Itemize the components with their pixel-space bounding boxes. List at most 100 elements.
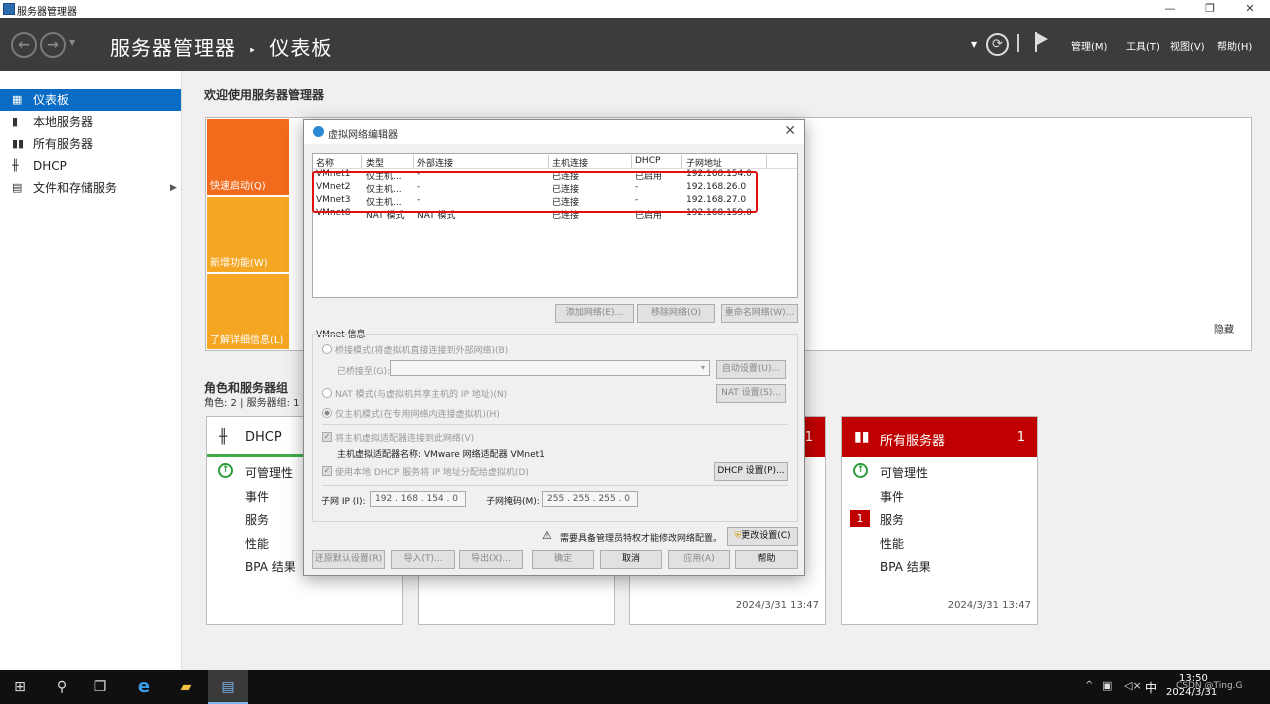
subnet-mask-label: 子网掩码(M): <box>486 497 540 507</box>
card-row-services[interactable]: 服务 <box>880 511 904 528</box>
col-type[interactable]: 类型 <box>366 156 384 169</box>
dialog-close-icon[interactable]: ✕ <box>784 123 796 139</box>
hide-link[interactable]: 隐藏 <box>1214 321 1234 336</box>
admin-note-text: 需要具备管理员特权才能修改网络配置。 <box>560 534 723 544</box>
dialog-title: 虚拟网络编辑器 <box>328 130 398 141</box>
expand-arrow-icon[interactable]: ▶ <box>170 177 177 199</box>
ok-button[interactable]: 确定 <box>532 550 594 569</box>
card-row-manageability[interactable]: 可管理性 <box>880 464 928 481</box>
col-host[interactable]: 主机连接 <box>552 156 588 169</box>
sidebar-item-dashboard[interactable]: ▦ 仪表板 <box>0 89 181 111</box>
status-ok-icon: ↑ <box>218 463 233 478</box>
sidebar-item-label: 所有服务器 <box>33 137 94 151</box>
connect-adapter-checkbox[interactable]: ✓ <box>322 432 332 442</box>
nat-mode-radio[interactable] <box>322 388 332 398</box>
menu-tools[interactable]: 工具(T) <box>1126 38 1160 53</box>
card-row-bpa[interactable]: BPA 结果 <box>245 558 296 575</box>
refresh-icon[interactable]: ⟳ <box>986 33 1009 56</box>
card-row-bpa[interactable]: BPA 结果 <box>880 558 931 575</box>
internet-explorer-icon[interactable]: e <box>124 670 164 704</box>
sidebar-item-all-servers[interactable]: ▮▮ 所有服务器 <box>0 133 181 155</box>
forward-arrow-icon[interactable]: → <box>40 32 66 58</box>
network-globe-icon <box>313 126 324 137</box>
sidebar-item-dhcp[interactable]: ╫ DHCP <box>0 155 181 177</box>
help-button[interactable]: 帮助 <box>735 550 798 569</box>
history-dropdown-icon[interactable]: ▼ <box>69 38 75 47</box>
network-tray-icon[interactable]: ▣ <box>1102 679 1112 692</box>
tile-quick-start[interactable]: 快速启动(Q) <box>207 119 289 195</box>
subnet-mask-field[interactable]: 255 . 255 . 255 . 0 <box>542 491 638 507</box>
dashboard-icon: ▦ <box>12 93 23 106</box>
refresh-dropdown-icon[interactable]: ▼ <box>971 40 977 49</box>
sidebar-item-label: 本地服务器 <box>33 115 94 129</box>
tile-whats-new[interactable]: 新增功能(W) <box>207 197 289 272</box>
apply-button[interactable]: 应用(A) <box>668 550 730 569</box>
export-button[interactable]: 导出(X)... <box>459 550 523 569</box>
col-name[interactable]: 名称 <box>316 156 334 169</box>
card-row-manageability[interactable]: 可管理性 <box>245 464 293 481</box>
card-row-performance[interactable]: 性能 <box>245 535 269 552</box>
status-ok-icon: ↑ <box>853 463 868 478</box>
volume-icon[interactable]: ◁× <box>1124 679 1142 692</box>
col-dhcp[interactable]: DHCP <box>635 156 660 166</box>
card-row-events[interactable]: 事件 <box>245 488 269 505</box>
servers-icon: ▮▮ <box>12 137 25 150</box>
adapter-name-text: 主机虚拟适配器名称: VMware 网络适配器 VMnet1 <box>337 450 545 460</box>
task-view-icon[interactable]: ❐ <box>80 670 120 704</box>
notifications-flag-icon[interactable] <box>1035 32 1049 52</box>
maximize-button[interactable]: ❐ <box>1193 0 1227 18</box>
dhcp-settings-button[interactable]: DHCP 设置(P)... <box>714 462 788 481</box>
card-title: 所有服务器 <box>880 434 946 449</box>
server-icon: ▮ <box>12 115 19 128</box>
chevron-down-icon: ▾ <box>700 363 705 372</box>
sidebar-item-local-server[interactable]: ▮ 本地服务器 <box>0 111 181 133</box>
restore-defaults-button[interactable]: 还原默认设置(R) <box>312 550 385 569</box>
breadcrumb-separator: ‣ <box>248 44 258 59</box>
auto-settings-button[interactable]: 自动设置(U)... <box>716 360 786 379</box>
menu-view[interactable]: 视图(V) <box>1170 38 1205 53</box>
col-external[interactable]: 外部连接 <box>417 156 453 169</box>
card-row-performance[interactable]: 性能 <box>880 535 904 552</box>
bridged-to-select[interactable]: ▾ <box>390 360 710 376</box>
nat-mode-label: NAT 模式(与虚拟机共享主机的 IP 地址)(N) <box>335 390 508 400</box>
taskbar: ⊞ ⚲ ❐ e ▰ ▤ ^ ▣ ◁× 中 13:50 2024/3/31 CSD… <box>0 670 1270 704</box>
nat-settings-button[interactable]: NAT 设置(S)... <box>716 384 786 403</box>
menu-manage[interactable]: 管理(M) <box>1071 38 1107 53</box>
ime-indicator[interactable]: 中 <box>1145 679 1157 696</box>
sidebar-item-file-storage[interactable]: ▤ 文件和存储服务 ▶ <box>0 177 181 199</box>
col-subnet[interactable]: 子网地址 <box>686 156 722 169</box>
change-settings-button[interactable]: ⛨更改设置(C) <box>727 527 798 546</box>
search-icon[interactable]: ⚲ <box>42 670 82 704</box>
start-windows-icon[interactable]: ⊞ <box>0 670 40 704</box>
close-button[interactable]: ✕ <box>1233 0 1267 18</box>
import-button[interactable]: 导入(T)... <box>391 550 455 569</box>
bridge-mode-label: 桥接模式(将虚拟机直接连接到外部网络)(B) <box>335 346 509 356</box>
back-arrow-icon[interactable]: ← <box>11 32 37 58</box>
add-network-button[interactable]: 添加网络(E)... <box>555 304 634 323</box>
server-manager-taskbar-icon[interactable]: ▤ <box>208 670 248 704</box>
card-row-events[interactable]: 事件 <box>880 488 904 505</box>
sidebar-item-label: 仪表板 <box>33 93 70 107</box>
file-explorer-icon[interactable]: ▰ <box>166 670 206 704</box>
virtual-network-editor-dialog: 虚拟网络编辑器 ✕ 名称 类型 外部连接 主机连接 DHCP 子网地址 VMne… <box>303 119 805 576</box>
tile-learn-more[interactable]: 了解详细信息(L) <box>207 274 289 349</box>
tile-label: 了解详细信息(L) <box>210 335 284 346</box>
window-title: 服务器管理器 <box>17 7 77 18</box>
breadcrumb: 服务器管理器 ‣ 仪表板 <box>110 32 332 61</box>
card-all-servers[interactable]: ▮▮ 所有服务器 1 ↑ 可管理性 事件 1 服务 性能 BPA 结果 2024… <box>841 416 1038 625</box>
minimize-button[interactable]: — <box>1153 0 1187 18</box>
dhcp-icon: ╫ <box>219 429 228 445</box>
remove-network-button[interactable]: 移除网络(O) <box>637 304 715 323</box>
card-timestamp: 2024/3/31 13:47 <box>735 600 819 611</box>
card-header: ▮▮ 所有服务器 1 <box>842 417 1037 457</box>
use-dhcp-checkbox[interactable]: ✓ <box>322 466 332 476</box>
tray-chevron-up-icon[interactable]: ^ <box>1085 680 1093 691</box>
rename-network-button[interactable]: 重命名网络(W)... <box>721 304 798 323</box>
subnet-ip-field[interactable]: 192 . 168 . 154 . 0 <box>370 491 466 507</box>
alert-count-badge: 1 <box>850 510 870 527</box>
bridge-mode-radio[interactable] <box>322 344 332 354</box>
cancel-button[interactable]: 取消 <box>600 550 662 569</box>
host-only-radio[interactable] <box>322 408 332 418</box>
card-row-services[interactable]: 服务 <box>245 511 269 528</box>
menu-help[interactable]: 帮助(H) <box>1217 38 1252 53</box>
